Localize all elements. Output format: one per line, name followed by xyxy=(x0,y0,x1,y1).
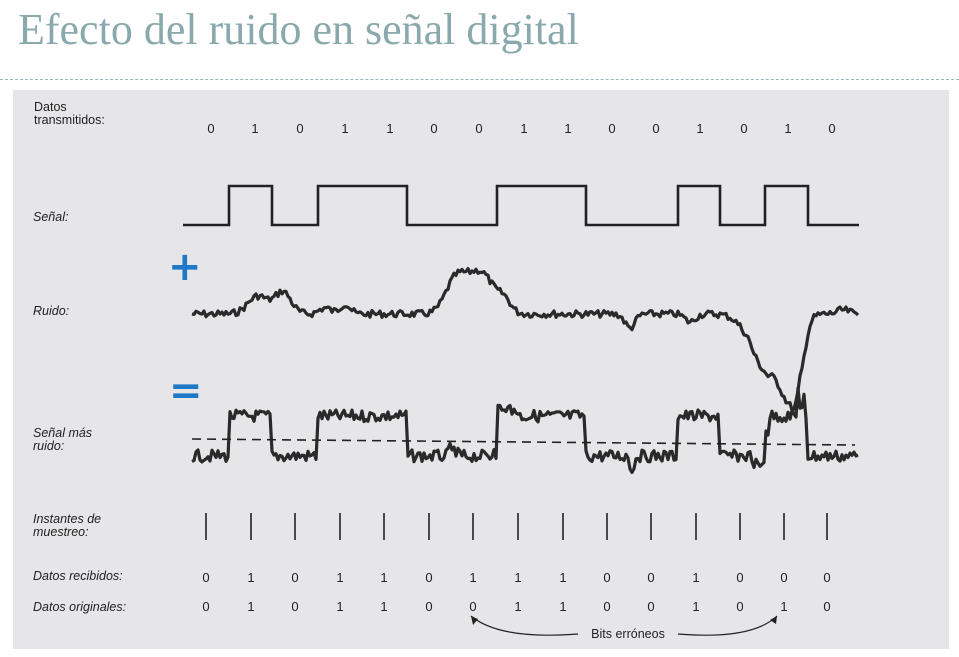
transmitted-bit: 0 xyxy=(296,121,303,136)
transmitted-bit: 0 xyxy=(475,121,482,136)
received-bit: 1 xyxy=(692,570,699,585)
bit-errors-label: Bits erróneos xyxy=(591,627,665,641)
received-bit: 1 xyxy=(559,570,566,585)
received-bit: 0 xyxy=(647,570,654,585)
received-bit: 0 xyxy=(780,570,787,585)
decision-threshold-line xyxy=(191,438,856,446)
error-arrow-right xyxy=(677,615,778,636)
transmitted-bit: 0 xyxy=(608,121,615,136)
received-bit: 0 xyxy=(823,570,830,585)
transmitted-bit: 1 xyxy=(696,121,703,136)
received-bit: 1 xyxy=(336,570,343,585)
original-bit: 0 xyxy=(469,599,476,614)
waveform-diagram: 0 1 0 1 1 0 0 1 1 0 0 1 0 1 0 0 1 0 1 1 0 1 1 1 0 0 1 0 0 0 0 1 0 1 1 0 0 1… xyxy=(183,121,860,641)
original-bit: 0 xyxy=(291,599,298,614)
error-arrowhead-right xyxy=(770,616,777,624)
original-bits-row: 0 1 0 1 1 0 0 1 1 0 0 1 0 1 0 xyxy=(202,599,830,614)
received-bit: 1 xyxy=(469,570,476,585)
received-bit: 0 xyxy=(736,570,743,585)
signal-plus-noise-waveform xyxy=(191,386,859,474)
original-bit: 1 xyxy=(514,599,521,614)
transmitted-bit: 1 xyxy=(784,121,791,136)
original-bit: 1 xyxy=(559,599,566,614)
original-bit: 0 xyxy=(425,599,432,614)
transmitted-bit: 1 xyxy=(520,121,527,136)
transmitted-bit: 0 xyxy=(652,121,659,136)
sampling-ticks xyxy=(205,513,828,540)
transmitted-bit: 1 xyxy=(251,121,258,136)
received-bit: 1 xyxy=(514,570,521,585)
error-arrow-left xyxy=(470,615,579,636)
transmitted-bit: 1 xyxy=(386,121,393,136)
original-bit: 1 xyxy=(380,599,387,614)
transmitted-bit: 1 xyxy=(341,121,348,136)
received-bit: 1 xyxy=(380,570,387,585)
noise-waveform xyxy=(191,267,860,412)
original-bit: 1 xyxy=(692,599,699,614)
original-bit: 1 xyxy=(336,599,343,614)
original-bit: 0 xyxy=(603,599,610,614)
transmitted-bit: 0 xyxy=(828,121,835,136)
received-bit: 0 xyxy=(291,570,298,585)
transmitted-bit: 0 xyxy=(740,121,747,136)
original-bit: 1 xyxy=(780,599,787,614)
received-bit: 0 xyxy=(425,570,432,585)
transmitted-bits-row: 0 1 0 1 1 0 0 1 1 0 0 1 0 1 0 xyxy=(207,121,835,136)
original-bit: 1 xyxy=(247,599,254,614)
original-bit: 0 xyxy=(647,599,654,614)
original-bit: 0 xyxy=(202,599,209,614)
transmitted-bit: 1 xyxy=(564,121,571,136)
digital-signal-waveform xyxy=(183,184,859,227)
original-bit: 0 xyxy=(823,599,830,614)
transmitted-bit: 0 xyxy=(207,121,214,136)
original-bit: 0 xyxy=(736,599,743,614)
received-bit: 0 xyxy=(603,570,610,585)
received-bit: 1 xyxy=(247,570,254,585)
received-bits-row: 0 1 0 1 1 0 1 1 1 0 0 1 0 0 0 xyxy=(202,570,830,585)
transmitted-bit: 0 xyxy=(430,121,437,136)
received-bit: 0 xyxy=(202,570,209,585)
